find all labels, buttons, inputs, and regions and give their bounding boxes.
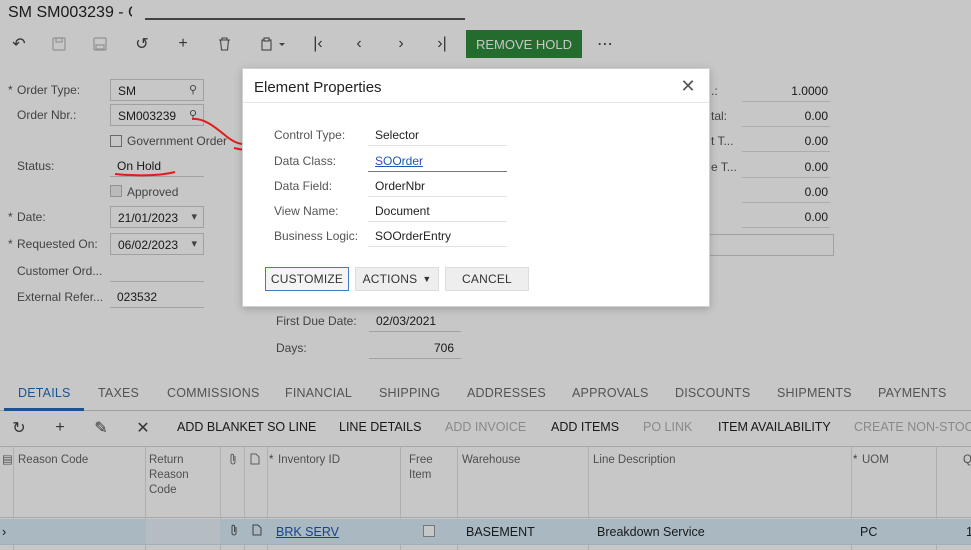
data-class-link[interactable]: SOOrder bbox=[368, 150, 507, 172]
sales-order-page: SM SM003239 - C ↶ ↺ + |‹ ‹ › ›| REMOVE H… bbox=[0, 0, 971, 550]
data-class-label: Data Class: bbox=[274, 154, 337, 168]
view-name-label: View Name: bbox=[274, 204, 339, 218]
data-field-value: OrderNbr bbox=[368, 175, 507, 197]
control-type-label: Control Type: bbox=[274, 128, 346, 142]
control-type-value: Selector bbox=[368, 124, 507, 146]
view-name-value: Document bbox=[368, 200, 507, 222]
customize-button[interactable]: CUSTOMIZE bbox=[265, 267, 349, 291]
dialog-title: Element Properties bbox=[254, 79, 382, 96]
close-icon[interactable]: ✕ bbox=[679, 76, 697, 96]
business-logic-label: Business Logic: bbox=[274, 229, 359, 243]
business-logic-value: SOOrderEntry bbox=[368, 225, 507, 247]
cancel-button[interactable]: CANCEL bbox=[445, 267, 529, 291]
element-properties-dialog: Element Properties ✕ Control Type: Selec… bbox=[242, 68, 710, 307]
actions-button[interactable]: ACTIONS ▼ bbox=[355, 267, 439, 291]
dialog-divider bbox=[243, 102, 709, 103]
data-field-label: Data Field: bbox=[274, 179, 333, 193]
actions-label: ACTIONS bbox=[362, 272, 418, 286]
chevron-down-icon: ▼ bbox=[422, 274, 432, 284]
